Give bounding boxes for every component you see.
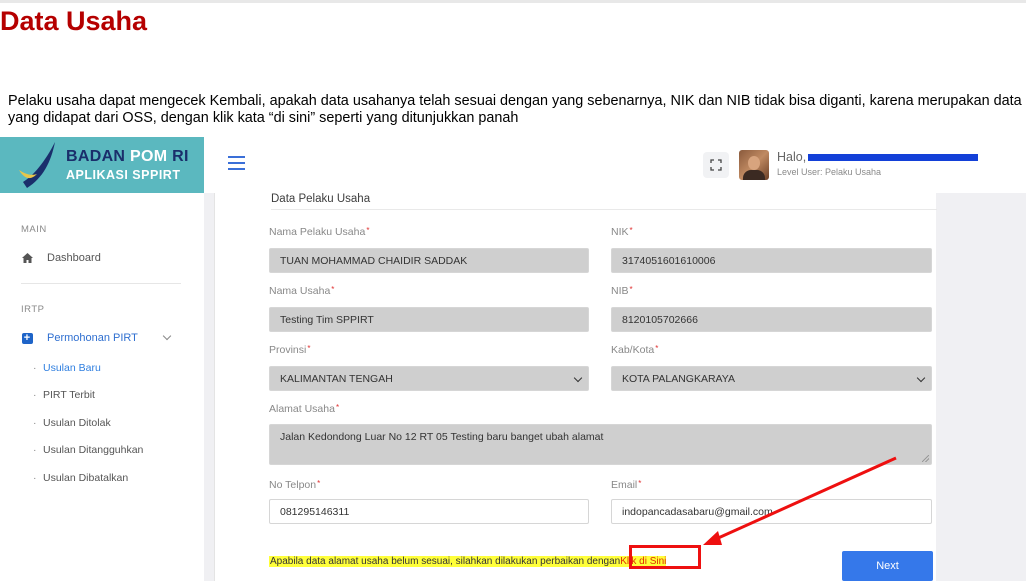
section-rule [271, 209, 937, 210]
label-nik: NIK* [611, 226, 633, 238]
telpon-field[interactable]: 081295146311 [269, 499, 589, 524]
provinsi-select[interactable]: KALIMANTAN TENGAH [269, 366, 589, 391]
home-icon [21, 253, 33, 263]
plus-square-icon: + [21, 332, 33, 344]
label-nib: NIB* [611, 285, 633, 297]
resize-grip-icon[interactable] [922, 455, 929, 462]
sidebar: BADAN POM RI APLIKASI SPPIRT MAIN Dashbo… [0, 137, 204, 581]
avatar[interactable] [739, 150, 769, 180]
nama-usaha-field[interactable]: Testing Tim SPPIRT [269, 307, 589, 332]
label-alamat: Alamat Usaha* [269, 403, 340, 415]
sidebar-item-label: Permohonan PIRT [47, 332, 138, 344]
label-kabkota: Kab/Kota* [611, 344, 659, 356]
greeting[interactable]: Halo, [777, 150, 979, 164]
sidebar-item-permohonan-pirt[interactable]: + Permohonan PIRT [21, 331, 172, 344]
sidebar-subitem-pirt-terbit[interactable]: · PIRT Terbit [33, 389, 95, 401]
doc-paragraph: Pelaku usaha dapat mengecek Kembali, apa… [8, 93, 1022, 126]
section-label-irtp: IRTP [21, 304, 45, 315]
logo-mark-icon [19, 142, 55, 188]
brand-line1: BADAN POM RI [66, 148, 189, 165]
redacted-username [808, 154, 979, 162]
section-label-main: MAIN [21, 224, 47, 235]
top-rule [0, 0, 1026, 3]
annotation-highlight-box [629, 545, 701, 569]
hamburger-icon[interactable] [228, 156, 245, 174]
nama-pelaku-field[interactable]: TUAN MOHAMMAD CHAIDIR SADDAK [269, 248, 589, 273]
label-email: Email* [611, 479, 642, 491]
nik-field[interactable]: 3174051601610006 [611, 248, 932, 273]
user-level: Level User: Pelaku Usaha [777, 167, 882, 177]
nib-field[interactable]: 8120105702666 [611, 307, 932, 332]
alamat-textarea[interactable]: Jalan Kedondong Luar No 12 RT 05 Testing… [269, 424, 932, 465]
label-nama-pelaku: Nama Pelaku Usaha* [269, 226, 370, 238]
chevron-down-icon [162, 331, 172, 341]
sidebar-subitem-usulan-ditolak[interactable]: · Usulan Ditolak [33, 417, 111, 429]
brand-line2: APLIKASI SPPIRT [66, 168, 181, 182]
chevron-down-icon [916, 373, 926, 383]
email-field[interactable]: indopancadasabaru@gmail.com [611, 499, 932, 524]
sidebar-subitem-usulan-dibatalkan[interactable]: · Usulan Dibatalkan [33, 472, 128, 484]
top-header: Halo, Level User: Pelaku Usaha [204, 137, 1026, 193]
sidebar-subitem-usulan-baru[interactable]: · Usulan Baru [33, 362, 101, 374]
chevron-down-icon [573, 373, 583, 383]
sidebar-item-label: Dashboard [47, 252, 101, 264]
fullscreen-button[interactable] [703, 152, 729, 178]
label-provinsi: Provinsi* [269, 344, 311, 356]
kabkota-select[interactable]: KOTA PALANGKARAYA [611, 366, 932, 391]
next-button[interactable]: Next [842, 551, 933, 581]
doc-title: Data Usaha [0, 6, 148, 36]
fullscreen-icon [710, 159, 722, 171]
label-telpon: No Telpon* [269, 479, 321, 491]
sidebar-subitem-usulan-ditangguhkan[interactable]: · Usulan Ditangguhkan [33, 444, 143, 456]
section-title: Data Pelaku Usaha [271, 193, 371, 205]
address-notice: Apabila data alamat usaha belum sesuai, … [269, 555, 667, 567]
sidebar-item-dashboard[interactable]: Dashboard [21, 252, 101, 264]
label-nama-usaha: Nama Usaha* [269, 285, 335, 297]
sidebar-divider [21, 283, 181, 284]
brand-logo[interactable]: BADAN POM RI APLIKASI SPPIRT [0, 137, 204, 193]
